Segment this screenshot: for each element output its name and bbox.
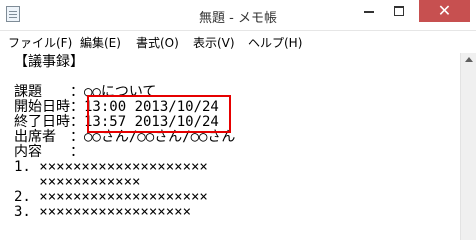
- text-editor[interactable]: 【議事録】 課題 ：○○について 開始日時：13:00 2013/10/24 終…: [0, 53, 460, 240]
- close-button[interactable]: ✕: [419, 0, 470, 22]
- text-line: 1. ××××××××××××××××××××: [14, 159, 208, 175]
- text-line: 内容 ：: [14, 144, 84, 160]
- text-line: ××××××××××××: [14, 174, 141, 190]
- scroll-up-icon[interactable]: [465, 57, 473, 62]
- highlight-box: [87, 95, 231, 133]
- menu-view[interactable]: 表示(V): [193, 34, 235, 51]
- menu-help[interactable]: ヘルプ(H): [248, 34, 302, 51]
- vertical-scrollbar[interactable]: [460, 53, 476, 240]
- menu-file[interactable]: ファイル(F): [8, 34, 72, 51]
- maximize-icon: [394, 6, 404, 16]
- maximize-button[interactable]: [385, 0, 413, 22]
- text-line: 【議事録】: [14, 54, 84, 70]
- minimize-button[interactable]: [355, 0, 383, 22]
- menu-edit[interactable]: 編集(E): [80, 34, 121, 51]
- minimize-icon: [364, 11, 374, 13]
- menu-bar: ファイル(F) 編集(E) 書式(O) 表示(V) ヘルプ(H): [0, 31, 476, 54]
- menu-format[interactable]: 書式(O): [136, 34, 179, 51]
- text-line: 2. ××××××××××××××××××××: [14, 189, 208, 205]
- title-bar: 無題 - メモ帳 ✕: [0, 0, 476, 31]
- text-line: 3. ××××××××××××××××××: [14, 204, 192, 220]
